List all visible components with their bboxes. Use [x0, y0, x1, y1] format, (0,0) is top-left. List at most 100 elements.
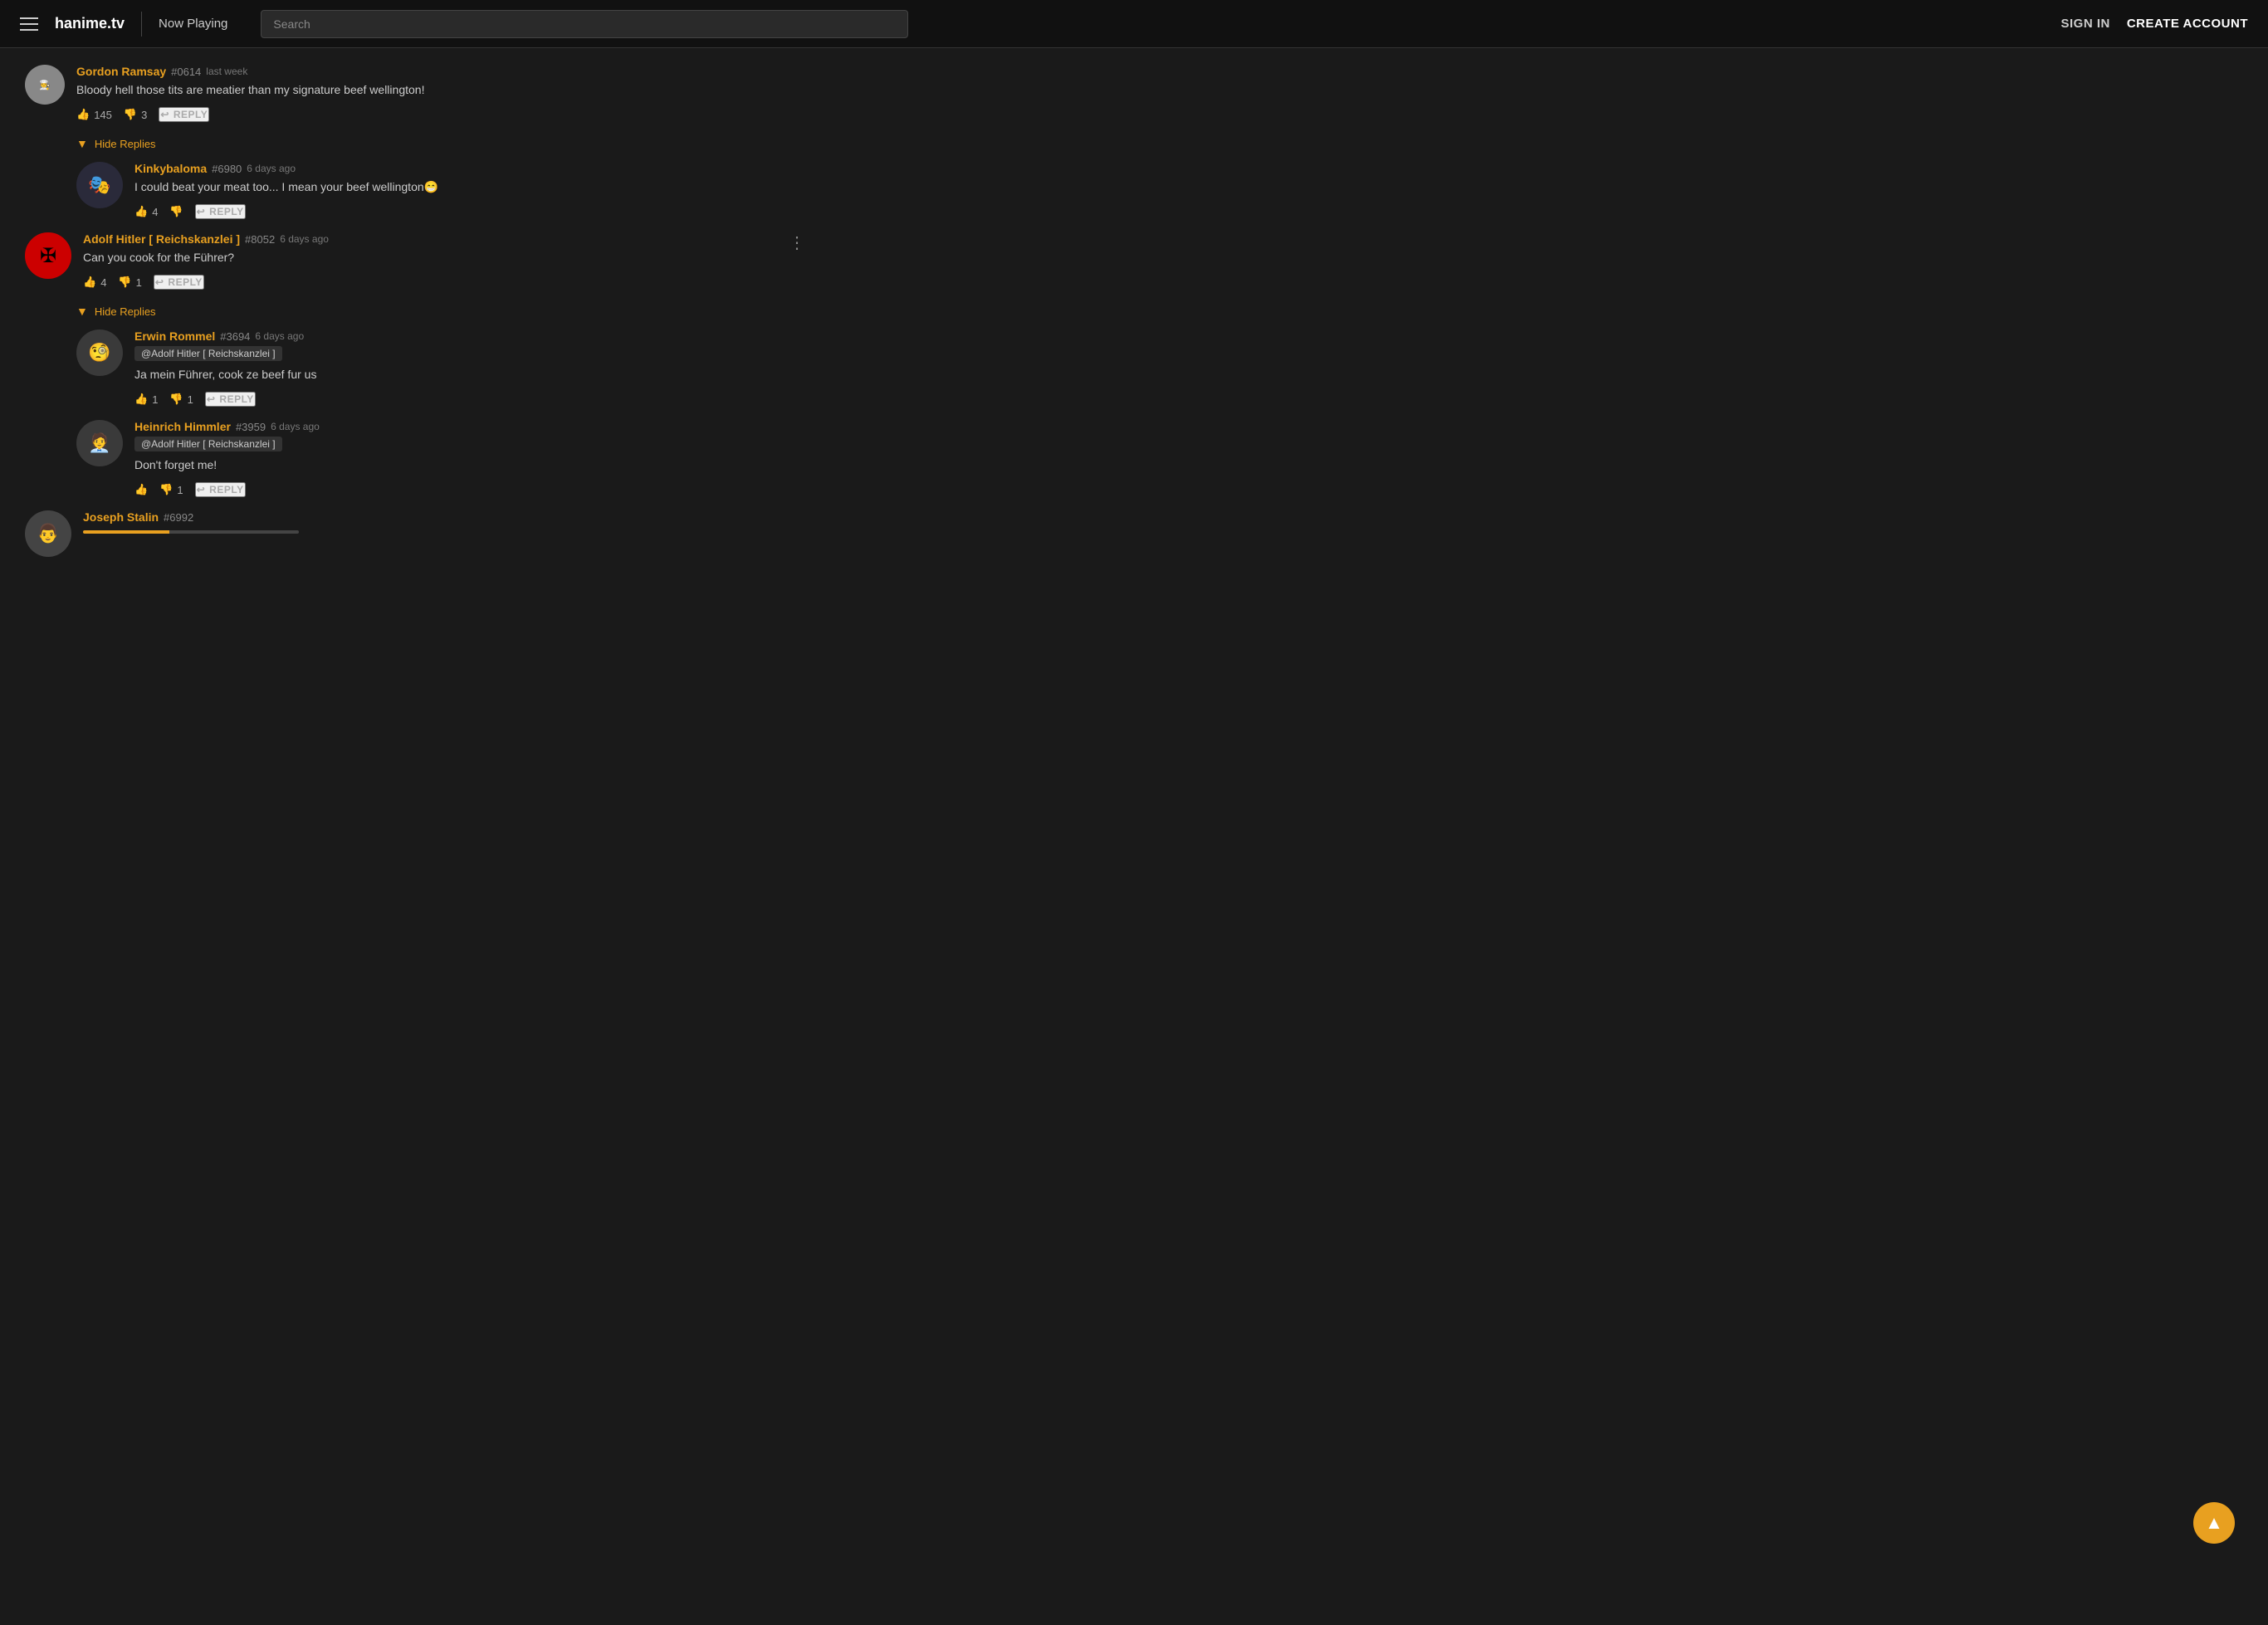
- comment-header-stalin: Joseph Stalin #6992: [83, 510, 805, 524]
- thumbs-down-icon: 👎: [159, 483, 173, 496]
- reply-button-kinky[interactable]: ↩ REPLY: [195, 204, 246, 219]
- comment-header-gordon: Gordon Ramsay #0614 last week: [76, 65, 805, 78]
- comment-actions-himmler: 👍 👎 1 ↩ REPLY: [134, 482, 805, 497]
- reply-label-adolf: REPLY: [168, 276, 202, 288]
- comment-body-rommel: Erwin Rommel #3694 6 days ago @Adolf Hit…: [134, 329, 805, 407]
- thumbs-up-icon: 👍: [76, 108, 90, 121]
- main-content: 👨‍🍳 Gordon Ramsay #0614 last week Bloody…: [0, 48, 830, 588]
- replies-gordon: 🎭 Kinkybaloma #6980 6 days ago I could b…: [76, 162, 805, 219]
- username-kinky: Kinkybaloma: [134, 162, 207, 175]
- like-button-adolf[interactable]: 👍 4: [83, 276, 106, 289]
- reply-himmler: 🧑‍💼 Heinrich Himmler #3959 6 days ago @A…: [76, 420, 805, 497]
- username-num-himmler: #3959: [236, 421, 266, 433]
- swastika-icon: ✠: [40, 244, 56, 268]
- dislike-count-adolf: 1: [136, 276, 142, 289]
- dislike-count-gordon: 3: [141, 109, 147, 121]
- mention-tag-himmler: @Adolf Hitler [ Reichskanzlei ]: [134, 437, 805, 456]
- hamburger-menu[interactable]: [20, 17, 38, 31]
- comment-body-gordon: Gordon Ramsay #0614 last week Bloody hel…: [76, 65, 805, 122]
- comment-gordon: 👨‍🍳 Gordon Ramsay #0614 last week Bloody…: [25, 65, 805, 122]
- avatar-adolf: ✠: [25, 232, 71, 279]
- reply-kinky: 🎭 Kinkybaloma #6980 6 days ago I could b…: [76, 162, 805, 219]
- like-button-kinky[interactable]: 👍 4: [134, 205, 158, 218]
- loading-progress: [83, 530, 299, 534]
- mention-rommel: @Adolf Hitler [ Reichskanzlei ]: [134, 346, 282, 361]
- thumbs-down-icon: 👎: [118, 276, 131, 289]
- username-num-rommel: #3694: [220, 330, 250, 343]
- mention-tag-rommel: @Adolf Hitler [ Reichskanzlei ]: [134, 346, 805, 366]
- thumbs-down-icon: 👎: [124, 108, 137, 121]
- username-num-adolf: #8052: [245, 233, 275, 246]
- dislike-button-himmler[interactable]: 👎 1: [159, 483, 183, 496]
- reply-button-adolf[interactable]: ↩ REPLY: [154, 275, 204, 290]
- nav-divider: [141, 12, 142, 37]
- dislike-button-adolf[interactable]: 👎 1: [118, 276, 141, 289]
- thumbs-down-icon: 👎: [169, 393, 183, 406]
- chevron-down-icon: ▼: [76, 137, 88, 150]
- sign-in-button[interactable]: SIGN IN: [2060, 17, 2109, 31]
- comment-stalin: 👨 Joseph Stalin #6992: [25, 510, 805, 557]
- comment-time-adolf: 6 days ago: [280, 233, 329, 245]
- avatar-himmler: 🧑‍💼: [76, 420, 123, 466]
- like-button-himmler[interactable]: 👍: [134, 483, 148, 496]
- reply-icon: ↩: [197, 484, 206, 495]
- comment-time-rommel: 6 days ago: [255, 330, 304, 342]
- hide-replies-adolf[interactable]: ▼ Hide Replies: [76, 305, 805, 318]
- comment-adolf: ✠ Adolf Hitler [ Reichskanzlei ] #8052 6…: [25, 232, 805, 290]
- hide-replies-gordon[interactable]: ▼ Hide Replies: [76, 137, 805, 150]
- comment-actions-rommel: 👍 1 👎 1 ↩ REPLY: [134, 392, 805, 407]
- comment-body-stalin: Joseph Stalin #6992: [83, 510, 805, 557]
- thumbs-up-icon: 👍: [83, 276, 96, 289]
- reply-icon: ↩: [197, 206, 206, 217]
- dislike-count-himmler: 1: [177, 484, 183, 496]
- comment-text-himmler: Don't forget me!: [134, 456, 805, 474]
- reply-button-rommel[interactable]: ↩ REPLY: [205, 392, 256, 407]
- arrow-up-icon: ▲: [2205, 1512, 2223, 1534]
- username-num-kinky: #6980: [212, 163, 242, 175]
- reply-label-gordon: REPLY: [174, 109, 208, 120]
- avatar-stalin: 👨: [25, 510, 71, 557]
- reply-icon: ↩: [155, 276, 164, 288]
- thumbs-up-icon: 👍: [134, 393, 148, 406]
- comment-time-kinky: 6 days ago: [247, 163, 296, 174]
- dislike-button-kinky[interactable]: 👎: [169, 205, 183, 218]
- reply-label-rommel: REPLY: [219, 393, 253, 405]
- like-count-rommel: 1: [152, 393, 158, 406]
- comment-header-himmler: Heinrich Himmler #3959 6 days ago: [134, 420, 805, 433]
- thumbs-down-icon: 👎: [169, 205, 183, 218]
- username-adolf: Adolf Hitler [ Reichskanzlei ]: [83, 232, 240, 246]
- comment-header-rommel: Erwin Rommel #3694 6 days ago: [134, 329, 805, 343]
- hide-replies-label-gordon: Hide Replies: [95, 138, 156, 150]
- comment-text-adolf: Can you cook for the Führer?: [83, 249, 805, 266]
- replies-adolf: 🧐 Erwin Rommel #3694 6 days ago @Adolf H…: [76, 329, 805, 497]
- reply-button-gordon[interactable]: ↩ REPLY: [159, 107, 209, 122]
- navbar: hanime.tv Now Playing SIGN IN CREATE ACC…: [0, 0, 2268, 48]
- reply-button-himmler[interactable]: ↩ REPLY: [195, 482, 246, 497]
- avatar-kinky: 🎭: [76, 162, 123, 208]
- like-count-kinky: 4: [152, 206, 158, 218]
- search-input[interactable]: [261, 10, 908, 38]
- username-himmler: Heinrich Himmler: [134, 420, 231, 433]
- comment-actions-adolf: 👍 4 👎 1 ↩ REPLY: [83, 275, 805, 290]
- comment-header-adolf: Adolf Hitler [ Reichskanzlei ] #8052 6 d…: [83, 232, 805, 246]
- reply-label-kinky: REPLY: [209, 206, 243, 217]
- like-count-adolf: 4: [100, 276, 106, 289]
- scroll-to-top-button[interactable]: ▲: [2193, 1502, 2235, 1544]
- comment-text-rommel: Ja mein Führer, cook ze beef fur us: [134, 366, 805, 383]
- dislike-count-rommel: 1: [188, 393, 193, 406]
- username-rommel: Erwin Rommel: [134, 329, 215, 343]
- like-button-gordon[interactable]: 👍 145: [76, 108, 112, 121]
- thumbs-up-icon: 👍: [134, 483, 148, 496]
- more-options-button-adolf[interactable]: ⋮: [789, 232, 805, 253]
- create-account-button[interactable]: CREATE ACCOUNT: [2127, 17, 2248, 31]
- nav-now-playing: Now Playing: [159, 17, 227, 31]
- comment-time-gordon: last week: [206, 66, 247, 77]
- mention-himmler: @Adolf Hitler [ Reichskanzlei ]: [134, 437, 282, 451]
- dislike-button-rommel[interactable]: 👎 1: [169, 393, 193, 406]
- dislike-button-gordon[interactable]: 👎 3: [124, 108, 147, 121]
- username-num-stalin: #6992: [164, 511, 193, 524]
- like-button-rommel[interactable]: 👍 1: [134, 393, 158, 406]
- avatar-gordon: 👨‍🍳: [25, 65, 65, 105]
- site-logo: hanime.tv: [55, 15, 125, 32]
- username-stalin: Joseph Stalin: [83, 510, 159, 524]
